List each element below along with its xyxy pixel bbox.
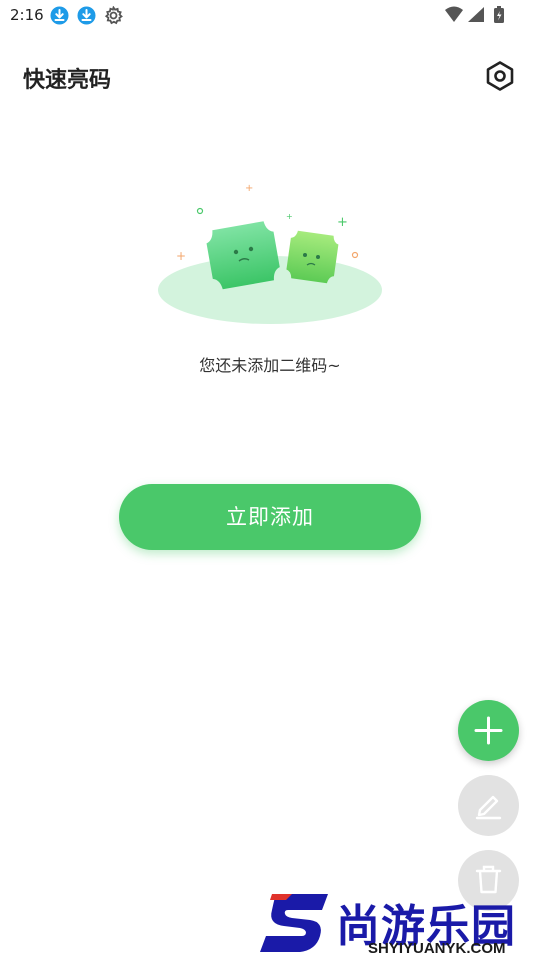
status-time: 2:16 [10, 6, 44, 24]
add-now-button[interactable]: 立即添加 [119, 484, 421, 550]
wifi-icon [445, 6, 463, 22]
status-bar: 2:16 [0, 0, 540, 32]
watermark-s-icon [260, 894, 328, 952]
pencil-icon [475, 795, 502, 820]
download-icon [50, 6, 69, 25]
add-fab-button[interactable] [458, 700, 519, 761]
edit-fab-button[interactable] [458, 775, 519, 836]
empty-illustration: + + + + [150, 175, 390, 335]
watermark-logo: 尚游乐园 SHYIYUANYK.COM [258, 890, 540, 960]
download-icon [77, 6, 96, 25]
svg-text:+: + [176, 249, 186, 263]
battery-icon [494, 6, 504, 23]
empty-state-message: 您还未添加二维码~ [199, 356, 341, 375]
svg-text:+: + [286, 212, 293, 221]
signal-icon [468, 7, 484, 22]
hexagon-settings-icon [486, 61, 514, 91]
settings-button[interactable] [484, 60, 516, 92]
svg-text:+: + [245, 183, 253, 194]
gear-icon [104, 5, 123, 25]
status-system-icons [445, 6, 504, 23]
plus-icon [474, 716, 503, 745]
app-header: 快速亮码 [0, 52, 540, 102]
watermark-url: SHYIYUANYK.COM [368, 940, 506, 957]
svg-text:+: + [337, 215, 348, 230]
app-screen: 2:16 快速亮码 + + + + 您还未添加二维码~ 立即添加 尚游乐园 SH… [0, 0, 540, 960]
page-title: 快速亮码 [23, 68, 112, 93]
